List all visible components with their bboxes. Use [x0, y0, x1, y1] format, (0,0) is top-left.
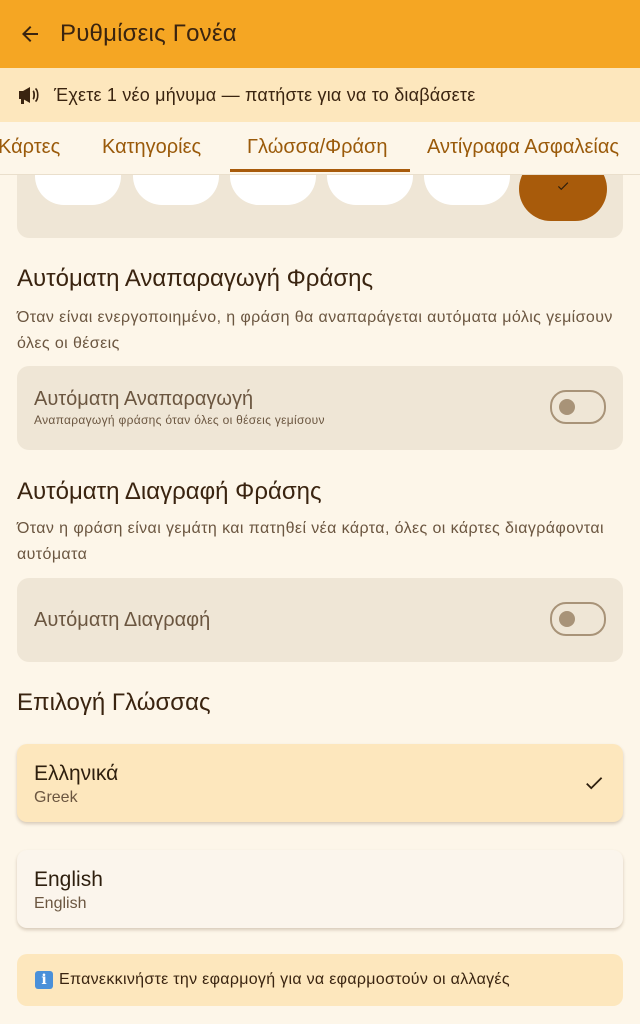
auto-play-card: Αυτόματη Αναπαραγωγή Αναπαραγωγή φράσης …	[17, 366, 623, 450]
restart-info-box: i Επανεκκινήστε την εφαρμογή για να εφαρ…	[17, 954, 623, 1006]
language-option-greek[interactable]: Ελληνικά Greek	[17, 744, 623, 822]
language-name: English	[34, 868, 103, 891]
phrase-slot-card	[17, 175, 623, 238]
slot-option-selected[interactable]	[519, 175, 607, 221]
toggle-knob	[559, 399, 575, 415]
language-native-name: English	[34, 895, 87, 912]
page-title: Ρυθμίσεις Γονέα	[60, 20, 237, 47]
language-name: Ελληνικά	[34, 762, 119, 785]
tab-categories[interactable]: Κατηγορίες	[102, 122, 201, 174]
auto-play-toggle[interactable]	[550, 390, 606, 424]
auto-play-label: Αυτόματη Αναπαραγωγή	[34, 388, 254, 410]
language-option-english[interactable]: English English	[17, 850, 623, 928]
tab-cards[interactable]: Κάρτες	[0, 122, 60, 174]
active-tab-indicator	[230, 169, 410, 172]
info-icon: i	[35, 971, 53, 989]
restart-info-text: Επανεκκινήστε την εφαρμογή για να εφαρμο…	[59, 971, 510, 988]
tab-language-phrase[interactable]: Γλώσσα/Φράση	[247, 122, 388, 174]
banner-text: Έχετε 1 νέο μήνυμα — πατήστε για να το δ…	[54, 84, 476, 105]
auto-clear-label: Αυτόματη Διαγραφή	[34, 609, 211, 631]
auto-play-description: Όταν είναι ενεργοποιημένο, η φράση θα αν…	[17, 309, 613, 352]
language-title: Επιλογή Γλώσσας	[17, 689, 211, 716]
slot-option[interactable]	[133, 175, 219, 205]
app-bar: Ρυθμίσεις Γονέα	[0, 0, 640, 68]
auto-clear-toggle[interactable]	[550, 602, 606, 636]
tab-backups[interactable]: Αντίγραφα Ασφαλείας	[427, 122, 619, 174]
auto-clear-description: Όταν η φράση είναι γεμάτη και πατηθεί νέ…	[17, 520, 604, 563]
slot-option[interactable]	[230, 175, 316, 205]
auto-play-title: Αυτόματη Αναπαραγωγή Φράσης	[17, 265, 374, 292]
auto-play-sublabel: Αναπαραγωγή φράσης όταν όλες οι θέσεις γ…	[34, 413, 325, 427]
check-icon	[586, 777, 603, 790]
slot-option[interactable]	[424, 175, 510, 205]
back-button[interactable]	[16, 20, 44, 48]
toggle-knob	[559, 611, 575, 627]
message-banner[interactable]: Έχετε 1 νέο μήνυμα — πατήστε για να το δ…	[0, 68, 640, 122]
language-native-name: Greek	[34, 789, 78, 806]
arrow-left-icon	[22, 26, 38, 42]
auto-clear-title: Αυτόματη Διαγραφή Φράσης	[17, 478, 322, 505]
check-icon	[557, 182, 569, 191]
slot-option[interactable]	[35, 175, 121, 205]
tab-bar: Κάρτες Κατηγορίες Γλώσσα/Φράση Αντίγραφα…	[0, 122, 640, 175]
megaphone-icon	[16, 83, 42, 107]
auto-clear-card: Αυτόματη Διαγραφή	[17, 578, 623, 662]
slot-option[interactable]	[327, 175, 413, 205]
